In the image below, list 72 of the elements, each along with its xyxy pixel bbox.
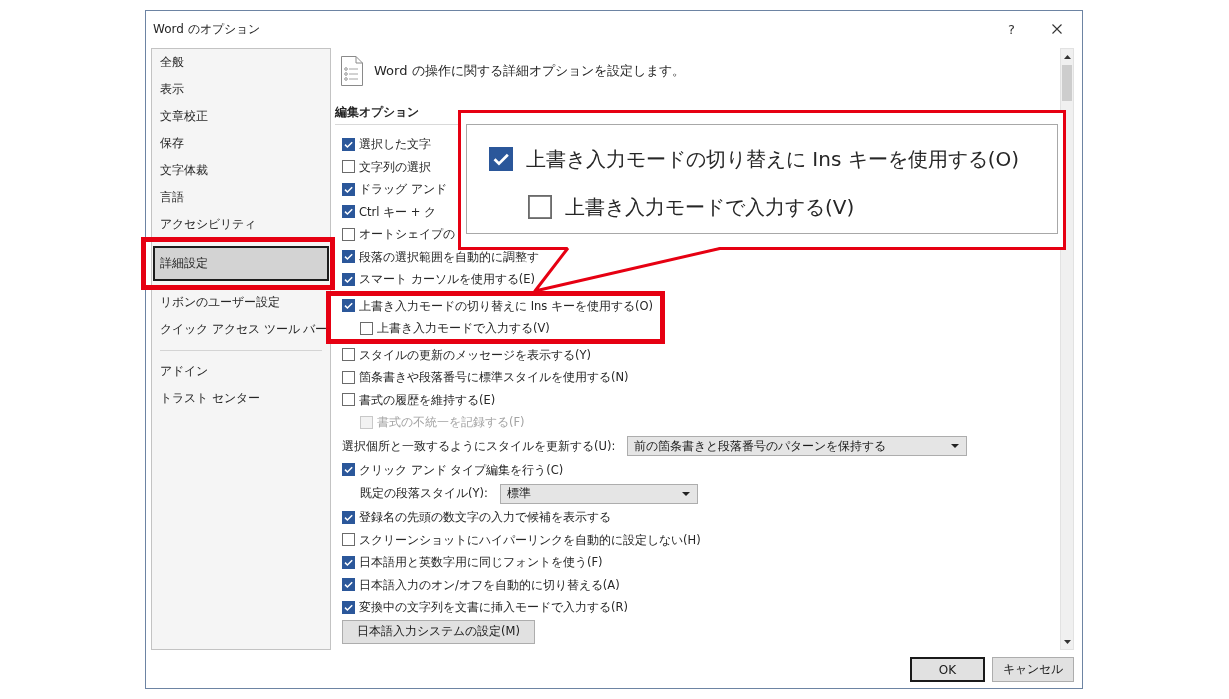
checkbox[interactable]: [342, 348, 355, 362]
sidebar-item[interactable]: 言語: [153, 184, 329, 211]
down-arrow-icon: [1063, 639, 1071, 644]
sidebar-item[interactable]: トラスト センター: [153, 385, 329, 412]
checkbox[interactable]: [528, 195, 552, 219]
option-label: スクリーンショットにハイパーリンクを自動的に設定しない(H): [359, 532, 701, 547]
checkbox[interactable]: [342, 250, 355, 264]
option-label: 上書き入力モードで入力する(V): [565, 194, 855, 220]
checkbox[interactable]: [342, 160, 355, 174]
option-label: 文字列の選択: [359, 159, 431, 174]
settings-button[interactable]: 日本語入力システムの設定(M): [342, 619, 535, 644]
up-arrow-icon: [1063, 54, 1071, 59]
checkbox[interactable]: [342, 137, 355, 151]
checkbox[interactable]: [342, 205, 355, 219]
checkbox[interactable]: [342, 393, 355, 407]
help-button[interactable]: ?: [989, 14, 1034, 44]
checkbox[interactable]: [360, 321, 373, 335]
sidebar-item[interactable]: 全般: [153, 49, 329, 76]
checkbox[interactable]: [342, 510, 355, 524]
option-label: 上書き入力モードの切り替えに Ins キーを使用する(O): [526, 146, 1020, 172]
caret-icon: [951, 444, 960, 448]
dropdown-label: 既定の段落スタイル(Y):: [360, 486, 488, 501]
checkbox[interactable]: [489, 147, 513, 171]
sidebar-item[interactable]: 文字体裁: [153, 157, 329, 184]
dropdown-label: 選択個所と一致するようにスタイルを更新する(U):: [342, 438, 616, 454]
checkbox[interactable]: [342, 533, 355, 547]
checkbox[interactable]: [342, 272, 355, 286]
checkbox[interactable]: [342, 299, 355, 313]
option-label: 選択した文字: [359, 137, 431, 152]
scrollbar-thumb[interactable]: [1062, 65, 1072, 101]
option-label: 登録名の先頭の数文字の入力で候補を表示する: [359, 510, 611, 525]
option-label: スマート カーソルを使用する(E): [359, 272, 535, 287]
option-label: 変換中の文字列を文書に挿入モードで入力する(R): [359, 600, 628, 615]
sidebar-item[interactable]: アドイン: [153, 358, 329, 385]
option-label: 日本語入力のオン/オフを自動的に切り替える(A): [359, 577, 620, 592]
dropdown[interactable]: 前の箇条書きと段落番号のパターンを保持する: [627, 436, 968, 456]
sidebar-item[interactable]: 表示: [153, 76, 329, 103]
option-label: 上書き入力モードで入力する(V): [377, 321, 550, 336]
option-label: ドラッグ アンド: [359, 182, 447, 197]
scrollbar[interactable]: [1060, 48, 1074, 650]
checkbox[interactable]: [342, 227, 355, 241]
checkbox[interactable]: [342, 578, 355, 592]
window-title: Word のオプション: [153, 20, 261, 38]
sidebar-item[interactable]: 文章校正: [153, 103, 329, 130]
option-label: オートシェイプの: [359, 227, 455, 242]
caret-icon: [681, 491, 690, 496]
dialog-button[interactable]: OK: [910, 657, 985, 682]
checkbox[interactable]: [342, 370, 355, 384]
section-heading: 編集オプション: [335, 103, 419, 121]
dialog-button[interactable]: キャンセル: [992, 657, 1074, 682]
sidebar-item[interactable]: アクセシビリティ: [153, 211, 329, 238]
option-label: 段落の選択範囲を自動的に調整す: [359, 249, 539, 264]
dropdown[interactable]: 標準: [499, 483, 698, 504]
sidebar-item[interactable]: リボンのユーザー設定: [153, 289, 329, 316]
option-label: 日本語用と英数字用に同じフォントを使う(F): [359, 555, 603, 570]
option-label: 箇条書きや段落番号に標準スタイルを使用する(N): [359, 370, 629, 385]
sidebar-item[interactable]: 詳細設定: [153, 246, 329, 281]
document-icon: [341, 56, 363, 86]
option-label: Ctrl キー + ク: [359, 204, 437, 219]
option-label: 書式の履歴を維持する(E): [359, 392, 496, 407]
option-label: 上書き入力モードの切り替えに Ins キーを使用する(O): [359, 298, 653, 313]
page-description: Word の操作に関する詳細オプションを設定します。: [374, 62, 685, 80]
checkbox[interactable]: [342, 463, 355, 477]
checkbox[interactable]: [342, 182, 355, 196]
option-label: クリック アンド タイプ編集を行う(C): [359, 462, 564, 477]
option-label: 書式の不統一を記録する(F): [377, 415, 525, 430]
sidebar-item[interactable]: クイック アクセス ツール バー: [153, 316, 329, 343]
option-label: スタイルの更新のメッセージを表示する(Y): [359, 347, 591, 362]
checkbox[interactable]: [342, 555, 355, 569]
close-icon: [1051, 24, 1062, 34]
sidebar-item[interactable]: 保存: [153, 130, 329, 157]
checkbox[interactable]: [342, 600, 355, 614]
